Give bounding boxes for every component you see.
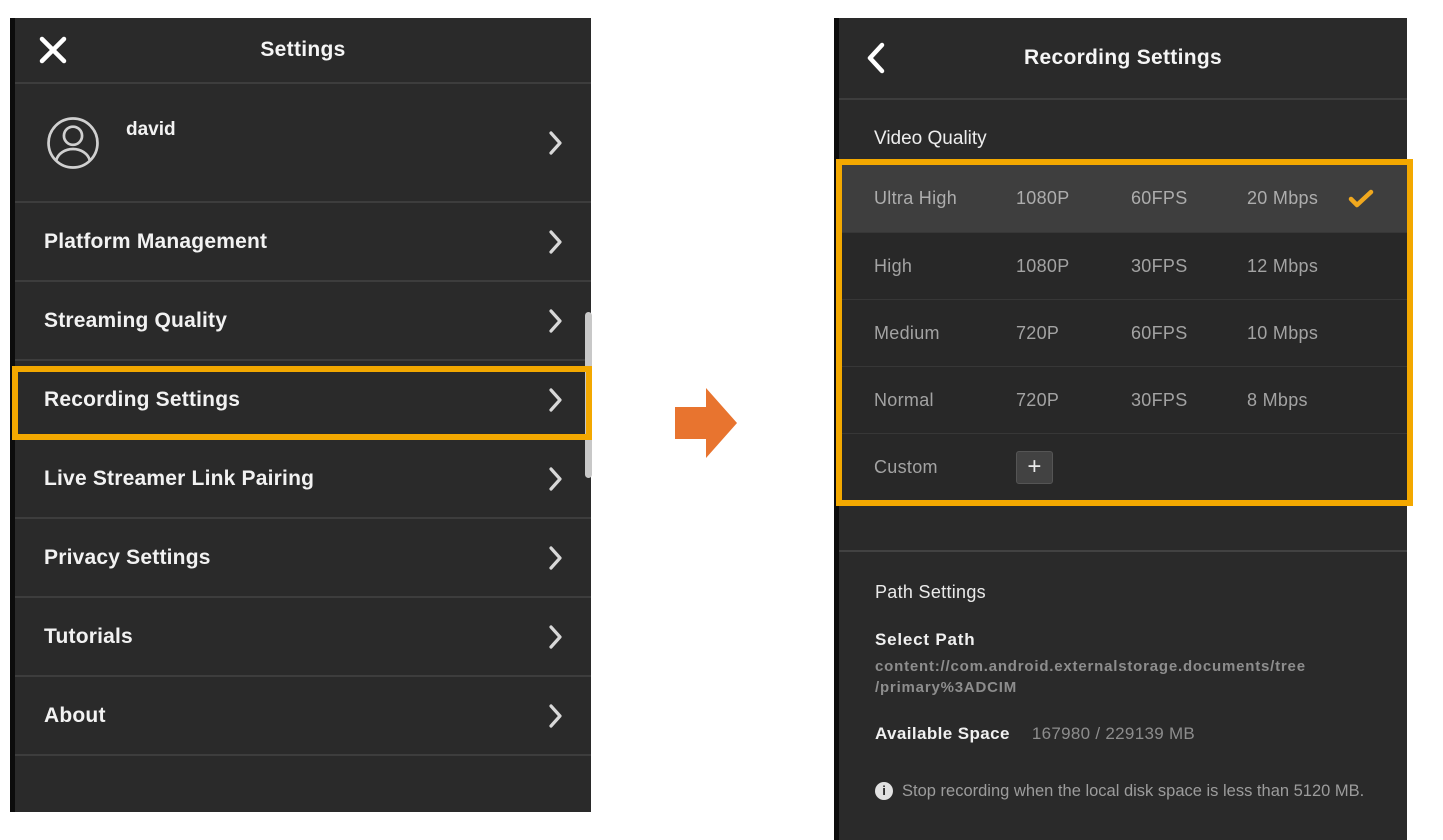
quality-resolution: 720P xyxy=(1016,323,1131,344)
quality-bitrate: 20 Mbps xyxy=(1247,188,1348,209)
check-icon xyxy=(1348,189,1374,209)
quality-fps: 30FPS xyxy=(1131,256,1247,277)
profile-row[interactable]: david xyxy=(15,84,591,203)
quality-name: Ultra High xyxy=(874,188,1016,209)
panel-footer-space xyxy=(15,756,591,806)
sidebar-item-tutorials[interactable]: Tutorials xyxy=(15,598,591,677)
available-space-value: 167980 / 229139 MB xyxy=(1032,724,1195,744)
available-space-label: Available Space xyxy=(875,724,1010,744)
video-quality-heading: Video Quality xyxy=(839,100,1407,150)
chevron-right-icon xyxy=(549,545,563,571)
quality-name: Custom xyxy=(874,457,1016,478)
quality-name: High xyxy=(874,256,1016,277)
chevron-right-icon xyxy=(549,466,563,492)
quality-resolution: 1080P xyxy=(1016,256,1131,277)
disk-space-note-text: Stop recording when the local disk space… xyxy=(902,774,1377,808)
recording-settings-panel: Recording Settings Video Quality Ultra H… xyxy=(834,18,1407,840)
menu-label: Streaming Quality xyxy=(44,309,227,333)
select-path-field[interactable]: Select Path content://com.android.extern… xyxy=(875,630,1377,698)
path-settings-heading: Path Settings xyxy=(875,582,1377,603)
chevron-right-icon xyxy=(549,703,563,729)
settings-panel: Settings david Platform Management Strea… xyxy=(10,18,591,812)
video-quality-table: Ultra High 1080P 60FPS 20 Mbps High 1080… xyxy=(839,165,1407,500)
chevron-right-icon xyxy=(549,624,563,650)
recording-settings-header: Recording Settings xyxy=(839,18,1407,100)
close-button[interactable] xyxy=(35,32,71,68)
quality-resolution: 1080P xyxy=(1016,188,1131,209)
quality-row-medium[interactable]: Medium 720P 60FPS 10 Mbps xyxy=(839,299,1407,366)
sidebar-item-platform-management[interactable]: Platform Management xyxy=(15,203,591,282)
chevron-right-icon xyxy=(549,130,563,156)
quality-fps: 30FPS xyxy=(1131,390,1247,411)
recording-settings-title: Recording Settings xyxy=(839,46,1407,70)
sidebar-item-recording-settings[interactable]: Recording Settings xyxy=(15,361,591,440)
avatar-icon xyxy=(44,114,102,172)
quality-name: Normal xyxy=(874,390,1016,411)
menu-label: Privacy Settings xyxy=(44,546,211,570)
select-path-label: Select Path xyxy=(875,630,1377,650)
scrollbar[interactable] xyxy=(585,312,592,478)
quality-fps: 60FPS xyxy=(1131,188,1247,209)
quality-row-normal[interactable]: Normal 720P 30FPS 8 Mbps xyxy=(839,366,1407,433)
chevron-left-icon xyxy=(867,42,885,74)
quality-name: Medium xyxy=(874,323,1016,344)
back-button[interactable] xyxy=(861,40,891,76)
quality-resolution: 720P xyxy=(1016,390,1131,411)
menu-label: Tutorials xyxy=(44,625,133,649)
section-divider xyxy=(839,550,1407,552)
quality-bitrate: 8 Mbps xyxy=(1247,390,1348,411)
chevron-right-icon xyxy=(549,387,563,413)
disk-space-note: i Stop recording when the local disk spa… xyxy=(875,774,1377,808)
menu-label: Live Streamer Link Pairing xyxy=(44,467,314,491)
quality-bitrate: 10 Mbps xyxy=(1247,323,1348,344)
chevron-right-icon xyxy=(549,308,563,334)
select-path-value: content://com.android.externalstorage.do… xyxy=(875,656,1377,698)
profile-name: david xyxy=(126,119,176,141)
menu-label: About xyxy=(44,704,106,728)
info-icon: i xyxy=(875,782,893,800)
sidebar-item-streaming-quality[interactable]: Streaming Quality xyxy=(15,282,591,361)
add-custom-quality-button[interactable]: + xyxy=(1016,451,1053,484)
chevron-right-icon xyxy=(549,229,563,255)
quality-row-custom: Custom + xyxy=(839,433,1407,500)
sidebar-item-about[interactable]: About xyxy=(15,677,591,756)
sidebar-item-live-streamer-link-pairing[interactable]: Live Streamer Link Pairing xyxy=(15,440,591,519)
path-settings-section: Path Settings Select Path content://com.… xyxy=(839,582,1407,808)
quality-fps: 60FPS xyxy=(1131,323,1247,344)
quality-row-ultra-high[interactable]: Ultra High 1080P 60FPS 20 Mbps xyxy=(839,165,1407,232)
close-icon xyxy=(38,35,68,65)
path-value-line2: /primary%3ADCIM xyxy=(875,677,1377,698)
quality-row-high[interactable]: High 1080P 30FPS 12 Mbps xyxy=(839,232,1407,299)
available-space-row: Available Space 167980 / 229139 MB xyxy=(875,724,1377,744)
menu-label: Platform Management xyxy=(44,230,267,254)
menu-label: Recording Settings xyxy=(44,388,240,412)
flow-arrow-icon xyxy=(668,383,742,463)
path-value-line1: content://com.android.externalstorage.do… xyxy=(875,656,1377,677)
quality-bitrate: 12 Mbps xyxy=(1247,256,1348,277)
sidebar-item-privacy-settings[interactable]: Privacy Settings xyxy=(15,519,591,598)
screenshot-stage: Settings david Platform Management Strea… xyxy=(0,0,1443,840)
settings-title: Settings xyxy=(15,38,591,62)
settings-header: Settings xyxy=(15,18,591,84)
